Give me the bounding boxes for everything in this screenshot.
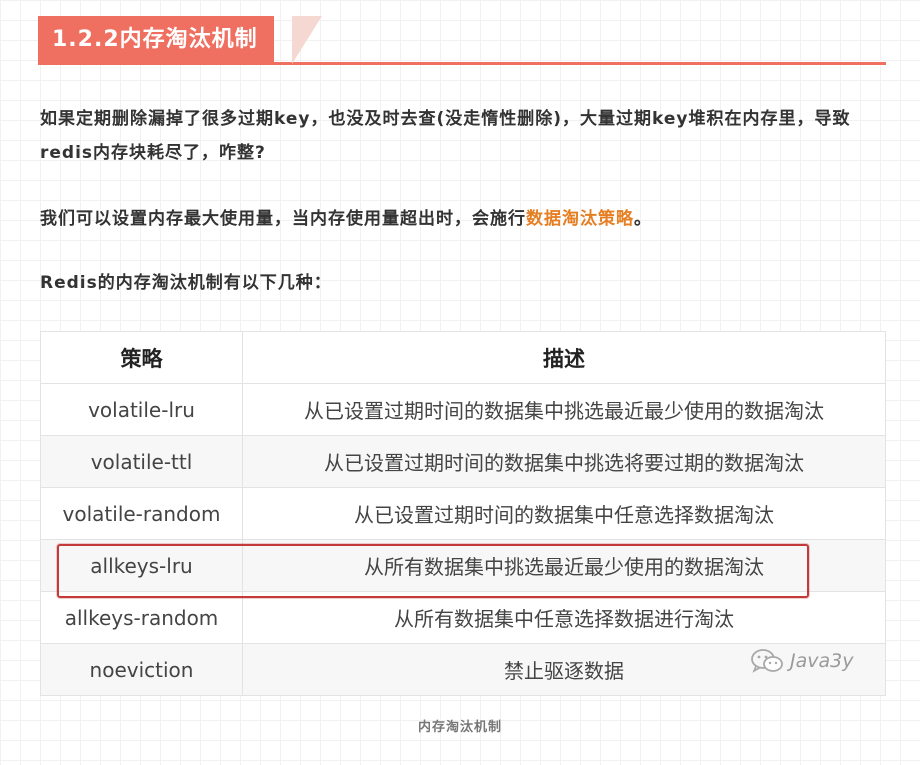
figure-caption: 内存淘汰机制 — [417, 720, 502, 735]
strategy-cell: volatile-lru — [40, 383, 243, 436]
table-row: volatile-lru 从已设置过期时间的数据集中挑选最近最少使用的数据淘汰 — [40, 383, 886, 436]
table-row: volatile-random 从已设置过期时间的数据集中任意选择数据淘汰 — [40, 487, 886, 540]
strategy-cell: volatile-ttl — [40, 435, 243, 488]
strategy-cell: noeviction — [40, 643, 243, 696]
heading-title: 1.2.2内存淘汰机制 — [38, 16, 274, 64]
description-cell: 从已设置过期时间的数据集中挑选将要过期的数据淘汰 — [242, 435, 886, 488]
watermark-text: Java3y — [790, 650, 854, 672]
header-description: 描述 — [242, 331, 886, 384]
strategy-cell: allkeys-lru — [40, 539, 243, 592]
section-heading: 1.2.2内存淘汰机制 — [38, 16, 886, 66]
paragraph-strategy-text: 我们可以设置内存最大使用量，当内存使用量超出时，会施行 — [40, 209, 526, 229]
header-strategy: 策略 — [40, 331, 243, 384]
description-cell: 从所有数据集中挑选最近最少使用的数据淘汰 — [242, 539, 886, 592]
description-cell: 从已设置过期时间的数据集中挑选最近最少使用的数据淘汰 — [242, 383, 886, 436]
eviction-policy-table: 策略 描述 volatile-lru 从已设置过期时间的数据集中挑选最近最少使用… — [40, 331, 886, 696]
description-cell: 从已设置过期时间的数据集中任意选择数据淘汰 — [242, 487, 886, 540]
table-row: volatile-ttl 从已设置过期时间的数据集中挑选将要过期的数据淘汰 — [40, 435, 886, 488]
paragraph-strategy: 我们可以设置内存最大使用量，当内存使用量超出时，会施行数据淘汰策略。 — [40, 202, 888, 236]
highlighted-term: 数据淘汰策略 — [526, 209, 634, 229]
heading-fold-decoration — [292, 16, 322, 64]
strategy-cell: volatile-random — [40, 487, 243, 540]
paragraph-intro: Redis的内存淘汰机制有以下几种： — [40, 273, 332, 293]
table-header-row: 策略 描述 — [40, 331, 886, 384]
paragraph-strategy-end: 。 — [634, 209, 652, 229]
watermark: Java3y — [750, 646, 853, 676]
strategy-cell: allkeys-random — [40, 591, 243, 644]
wechat-icon — [750, 648, 784, 674]
table-row: allkeys-random 从所有数据集中任意选择数据进行淘汰 — [40, 591, 886, 644]
description-cell: 从所有数据集中任意选择数据进行淘汰 — [242, 591, 886, 644]
paragraph-question: 如果定期删除漏掉了很多过期key，也没及时去查(没走惰性删除)，大量过期key堆… — [40, 109, 851, 163]
table-row-highlighted: allkeys-lru 从所有数据集中挑选最近最少使用的数据淘汰 — [40, 539, 886, 592]
